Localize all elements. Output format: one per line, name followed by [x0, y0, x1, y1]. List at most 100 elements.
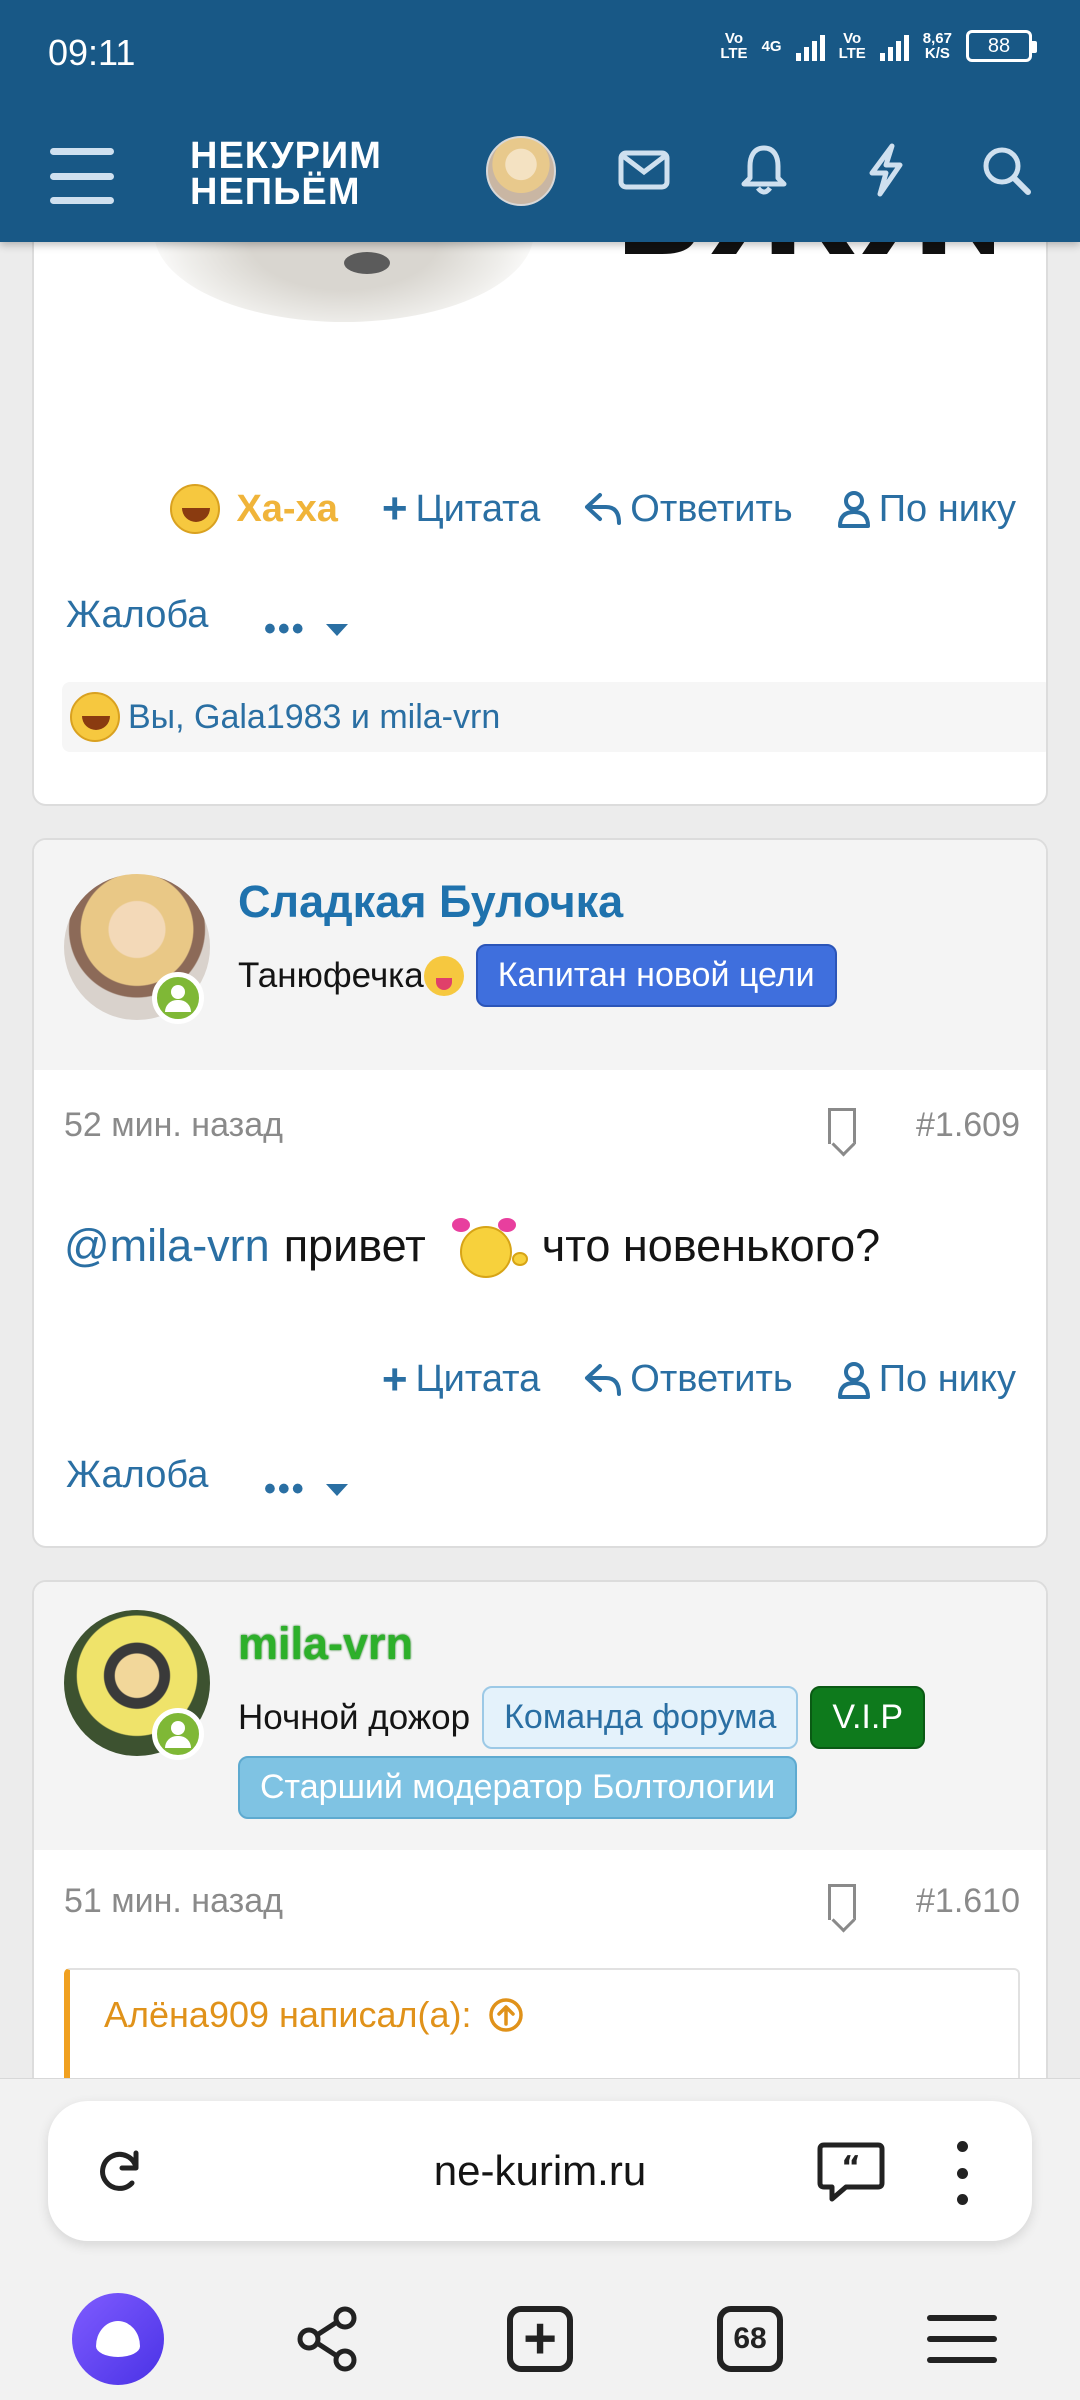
reply-button[interactable]: Ответить — [584, 1358, 793, 1401]
user-title-row: Танюфечка Капитан новой цели — [238, 944, 837, 1007]
reactions-summary[interactable]: Вы, Gala1983 и mila-vrn — [62, 682, 1046, 752]
post-user-header: mila-vrn Ночной дожор Команда форума V.I… — [34, 1582, 1046, 1850]
reactions-text: Вы, Gala1983 и mila-vrn — [128, 697, 501, 736]
post-time[interactable]: 51 мин. назад — [64, 1882, 283, 1921]
status-icons: Vo LTE 4G Vo LTE 8,67 K/S 88 — [720, 30, 1037, 62]
quote-label: Цитата — [415, 1358, 541, 1400]
svg-text:“: “ — [841, 2150, 861, 2185]
quote-author: Алёна909 написал(а): — [104, 1994, 472, 2035]
lightning-icon[interactable] — [856, 140, 916, 200]
address-bar[interactable]: ne-kurim.ru “ — [48, 2101, 1032, 2241]
menu-icon — [927, 2315, 997, 2363]
search-icon[interactable] — [976, 140, 1036, 200]
smiley-waving-icon — [446, 1208, 528, 1284]
by-nick-button[interactable]: По нику — [837, 488, 1016, 531]
complaint-link[interactable]: Жалоба — [66, 1454, 208, 1497]
post-card: ВЖЖУХ Ха-ха +Цитата Ответить По нику Жал… — [32, 180, 1048, 806]
post-text-1: привет — [283, 1220, 426, 1271]
share-button[interactable] — [278, 2289, 378, 2389]
browser-bottom-bar: ne-kurim.ru “ + 68 — [0, 2078, 1080, 2400]
chevron-down-icon — [325, 1483, 348, 1496]
reply-button[interactable]: Ответить — [584, 488, 793, 531]
reaction-button[interactable]: Ха-ха — [170, 484, 338, 534]
user-badge-team: Команда форума — [482, 1686, 799, 1749]
post-meta: 52 мин. назад #1.609 — [64, 1106, 1020, 1145]
site-header: 09:11 Vo LTE 4G Vo LTE 8,67 K/S 88 НЕКУРИМ … — [0, 0, 1080, 242]
net-speed: 8,67 K/S — [922, 30, 952, 62]
battery-level: 88 — [987, 34, 1011, 57]
reply-label: Ответить — [630, 1358, 793, 1400]
reply-icon — [585, 1363, 622, 1396]
battery-icon: 88 — [966, 30, 1037, 62]
more-dots-icon: ••• — [264, 1470, 306, 1508]
more-menu-button[interactable]: ••• — [264, 610, 348, 649]
new-tab-button[interactable]: + — [490, 2289, 590, 2389]
by-nick-label: По нику — [878, 487, 1016, 530]
quote-header[interactable]: Алёна909 написал(а): — [104, 1994, 524, 2036]
username[interactable]: Сладкая Булочка — [238, 876, 623, 928]
logo-line-1: НЕКУРИМ — [190, 135, 382, 177]
browser-nav-row: + 68 — [0, 2289, 1080, 2389]
online-status-icon — [152, 972, 204, 1024]
quote-label: Цитата — [415, 487, 541, 530]
laugh-emoji-icon — [170, 484, 221, 534]
reaction-label: Ха-ха — [236, 487, 338, 530]
volte-indicator-1: Vo LTE — [720, 30, 748, 62]
post-number[interactable]: #1.610 — [916, 1882, 1020, 1921]
post-text-2: что новенького? — [541, 1220, 881, 1271]
user-title: Танюфечка — [238, 955, 424, 995]
online-status-icon — [152, 1708, 204, 1760]
user-icon — [837, 491, 870, 528]
signal-icon — [795, 31, 825, 61]
user-title-row: Ночной дожор Команда форума V.I.P — [238, 1686, 925, 1749]
overflow-menu-icon[interactable] — [952, 2141, 972, 2205]
user-badge-moderator: Старший модератор Болтологии — [238, 1756, 798, 1819]
chevron-down-icon — [325, 623, 348, 636]
plus-box-icon: + — [507, 2306, 573, 2372]
more-dots-icon: ••• — [264, 610, 306, 648]
post-number[interactable]: #1.609 — [916, 1106, 1020, 1145]
mail-icon[interactable] — [614, 140, 674, 200]
alice-assistant-button[interactable] — [68, 2289, 168, 2389]
post-actions: Ха-ха + Цитата Ответить По нику — [126, 484, 1016, 534]
bell-icon[interactable] — [734, 140, 794, 200]
user-avatar-button[interactable] — [486, 136, 556, 206]
by-nick-label: По нику — [878, 1358, 1016, 1400]
plus-icon: + — [381, 484, 408, 533]
user-icon — [837, 1361, 870, 1399]
volte-indicator-2: Vo LTE — [838, 30, 866, 62]
arrow-up-circle-icon — [488, 1998, 523, 2032]
user-badge: Капитан новой цели — [475, 944, 837, 1007]
comments-icon[interactable]: “ — [816, 2139, 886, 2203]
complaint-link[interactable]: Жалоба — [66, 594, 208, 637]
user-badge-vip: V.I.P — [810, 1686, 925, 1749]
logo-line-2: НЕПЬЁМ — [190, 171, 361, 213]
site-logo[interactable]: НЕКУРИМ НЕПЬЁМ — [190, 135, 382, 213]
quote-button[interactable]: + Цитата — [382, 1357, 541, 1401]
mention-link[interactable]: @mila-vrn — [64, 1220, 270, 1272]
network-4g-indicator: 4G — [761, 37, 782, 55]
signal-icon-2 — [879, 31, 909, 61]
menu-button[interactable] — [50, 148, 114, 204]
alice-icon — [72, 2293, 164, 2385]
post-actions: + Цитата Ответить По нику — [338, 1357, 1016, 1401]
bookmark-icon[interactable] — [828, 1883, 856, 1920]
tabs-count: 68 — [717, 2306, 783, 2372]
reply-icon — [585, 493, 622, 525]
share-icon — [297, 2306, 357, 2372]
post-meta: 51 мин. назад #1.610 — [64, 1882, 1020, 1921]
browser-menu-button[interactable] — [912, 2289, 1012, 2389]
bookmark-icon[interactable] — [828, 1107, 856, 1144]
status-time: 09:11 — [48, 32, 136, 73]
more-menu-button[interactable]: ••• — [264, 1470, 348, 1509]
by-nick-button[interactable]: По нику — [837, 1358, 1016, 1401]
laugh-emoji-icon — [70, 692, 120, 742]
post-user-header: Сладкая Булочка Танюфечка Капитан новой … — [34, 840, 1046, 1070]
username[interactable]: mila-vrn — [238, 1618, 413, 1670]
ferret-eye — [344, 252, 390, 274]
user-badge-row-2: Старший модератор Болтологии — [238, 1756, 798, 1819]
tabs-button[interactable]: 68 — [700, 2289, 800, 2389]
quote-button[interactable]: + Цитата — [381, 484, 541, 533]
tongue-emoji-icon — [423, 955, 464, 996]
post-time[interactable]: 52 мин. назад — [64, 1106, 283, 1145]
